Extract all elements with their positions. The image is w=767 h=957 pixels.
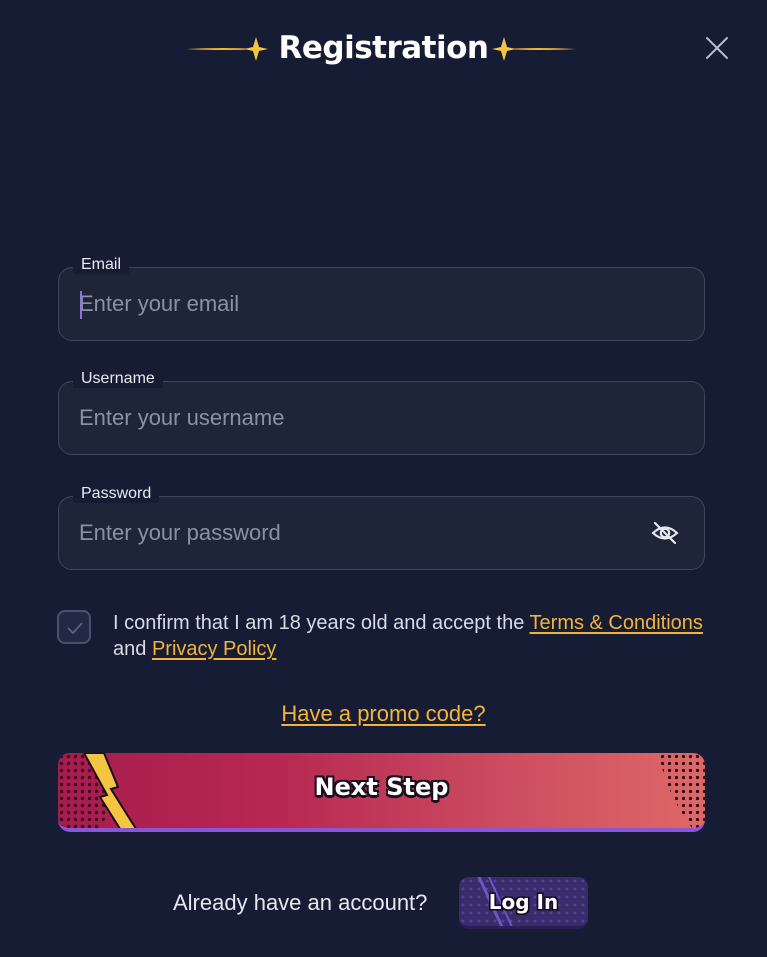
- consent-text-before: I confirm that I am 18 years old and acc…: [113, 612, 530, 634]
- login-prompt: Already have an account?: [173, 890, 428, 915]
- promo-code-row: Have a promo code?: [0, 701, 767, 727]
- next-step-label: Next Step: [314, 773, 449, 801]
- check-icon: [67, 622, 83, 635]
- username-input[interactable]: [79, 382, 639, 454]
- consent-text: I confirm that I am 18 years old and acc…: [113, 610, 713, 662]
- email-field[interactable]: Email: [58, 256, 705, 341]
- page-title: Registration: [278, 30, 489, 66]
- terms-link[interactable]: Terms & Conditions: [530, 612, 703, 634]
- eye-slash-icon[interactable]: [650, 519, 680, 547]
- email-input[interactable]: [79, 268, 639, 340]
- sparkle-icon: [492, 37, 576, 61]
- password-field[interactable]: Password: [58, 485, 705, 570]
- username-field[interactable]: Username: [58, 370, 705, 455]
- modal-header: Registration: [0, 22, 767, 78]
- consent-text-middle: and: [113, 638, 152, 660]
- login-label: Log In: [488, 890, 559, 914]
- next-step-button[interactable]: Next Step: [58, 753, 705, 832]
- age-consent-checkbox[interactable]: [57, 610, 91, 644]
- promo-code-link[interactable]: Have a promo code?: [281, 701, 485, 726]
- login-button[interactable]: Log In: [459, 877, 588, 929]
- close-button[interactable]: [703, 34, 731, 62]
- close-icon: [706, 37, 728, 59]
- password-input[interactable]: [79, 497, 639, 569]
- privacy-link[interactable]: Privacy Policy: [152, 638, 276, 660]
